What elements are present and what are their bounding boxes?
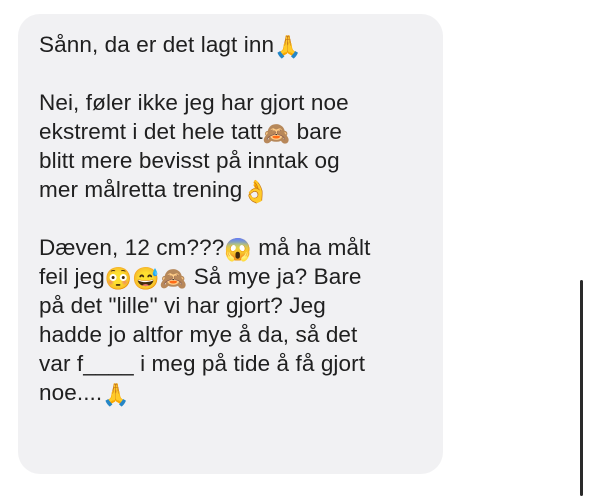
message-paragraph-1: Sånn, da er det lagt inn🙏 xyxy=(39,30,423,59)
message-line: ekstremt i det hele tatt🙈 bare xyxy=(39,119,343,146)
flushed-face-emoji-icon: 😳 xyxy=(104,266,133,291)
message-paragraph-3: Dæven, 12 cm???😱 må ha målt feil jeg😳😅🙈 … xyxy=(39,233,423,407)
message-line: noe....🙏 xyxy=(39,380,130,407)
see-no-evil-monkey-emoji-icon: 🙈 xyxy=(262,121,291,146)
message-line: var f____ i meg på tide å få gjort xyxy=(39,351,366,376)
message-line: feil jeg😳😅🙈 Så mye ja? Bare xyxy=(39,264,362,291)
message-line: på det "lille" vi har gjort? Jeg xyxy=(39,293,326,318)
message-line: Dæven, 12 cm???😱 må ha målt xyxy=(39,235,371,262)
message-line: hadde jo altfor mye å da, så det xyxy=(39,322,358,347)
message-line: Sånn, da er det lagt inn🙏 xyxy=(39,32,302,59)
message-line: blitt mere bevisst på inntak og xyxy=(39,148,340,173)
message-bubble[interactable]: Sånn, da er det lagt inn🙏 Nei, føler ikk… xyxy=(18,14,443,474)
message-line: Nei, føler ikke jeg har gjort noe xyxy=(39,90,349,115)
scrollbar[interactable] xyxy=(580,280,583,496)
ok-hand-emoji-icon: 👌 xyxy=(242,179,270,204)
message-line: mer målretta trening👌 xyxy=(39,177,270,204)
folded-hands-emoji-icon: 🙏 xyxy=(102,382,130,407)
screaming-face-emoji-icon: 😱 xyxy=(224,237,252,262)
see-no-evil-monkey-emoji-icon: 🙈 xyxy=(159,266,188,291)
chat-screen: Sånn, da er det lagt inn🙏 Nei, føler ikk… xyxy=(0,0,590,496)
message-paragraph-2: Nei, føler ikke jeg har gjort noe ekstre… xyxy=(39,88,423,204)
sweat-smile-emoji-icon: 😅 xyxy=(132,266,160,291)
folded-hands-emoji-icon: 🙏 xyxy=(274,34,302,59)
